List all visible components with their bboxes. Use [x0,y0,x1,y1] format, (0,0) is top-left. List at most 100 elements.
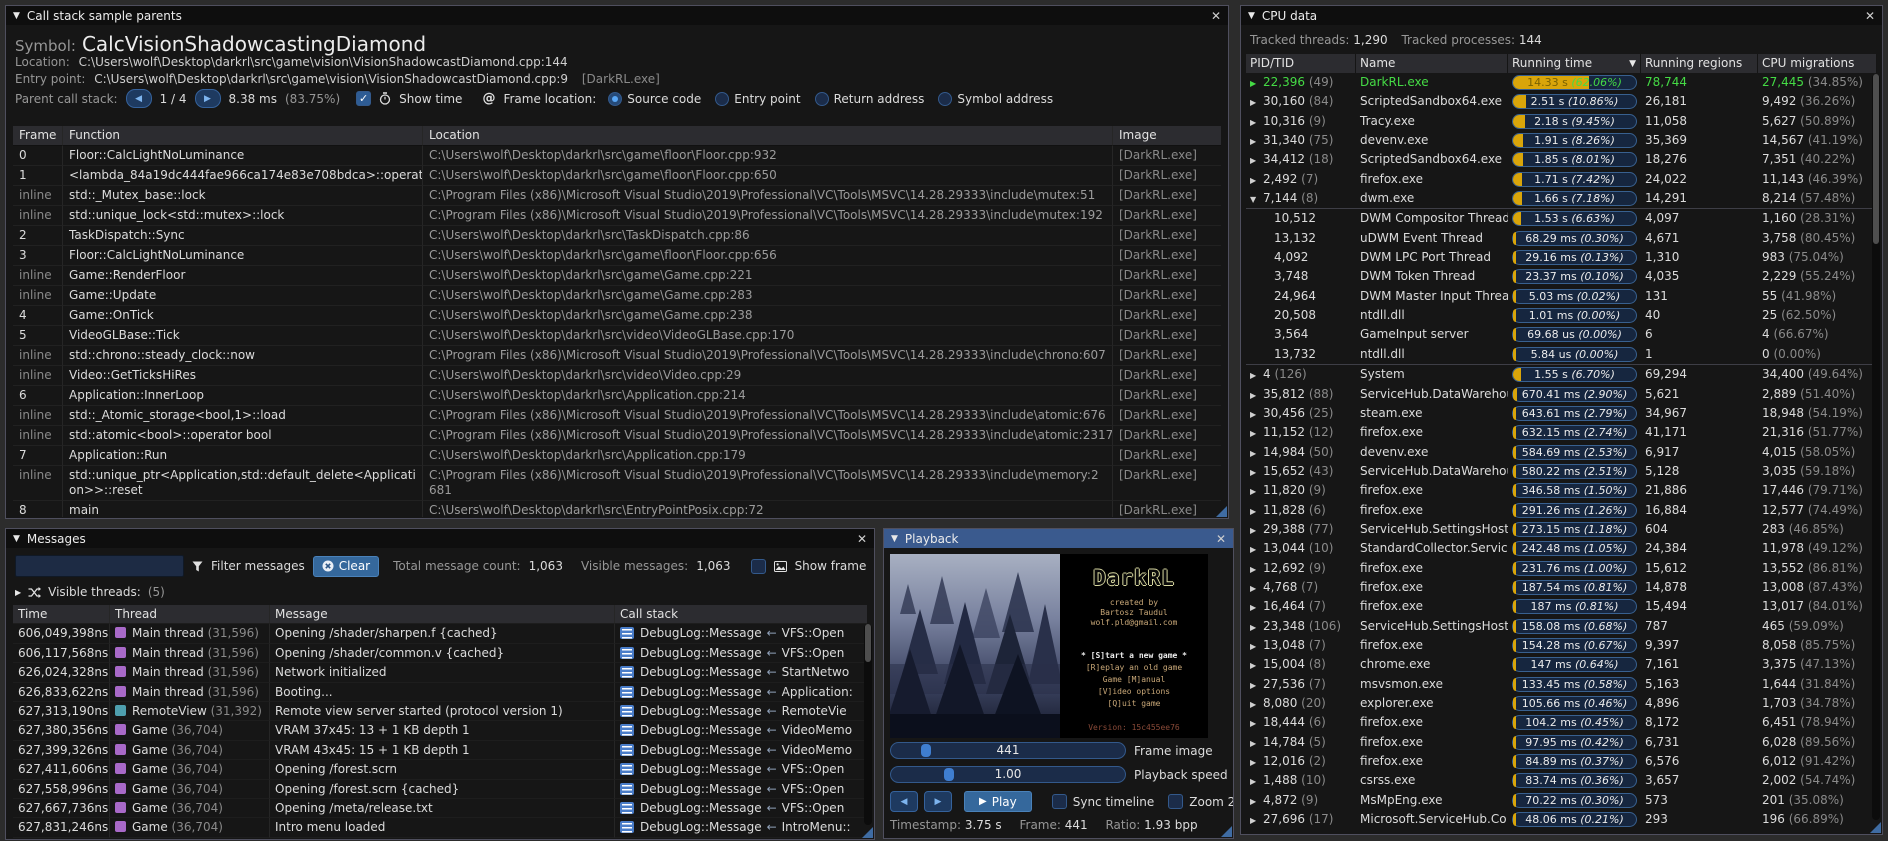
expander-icon[interactable]: ▼ [1250,192,1263,207]
expander-icon[interactable]: ▶ [1250,736,1263,751]
callstack-list-icon[interactable] [620,724,634,736]
expander-icon[interactable]: ▶ [1250,639,1263,654]
table-row[interactable]: inlinestd::atomic<bool>::operator boolC:… [13,426,1221,446]
message-row[interactable]: 606,049,398nsMain thread (31,596)Opening… [13,624,867,643]
expander-icon[interactable]: ▶ [1250,388,1263,403]
message-callstack[interactable]: DebugLog::Message←VFS::Open [615,780,867,799]
expander-icon[interactable]: ▶ [1250,446,1263,461]
message-row[interactable]: 627,380,356nsGame (36,704)VRAM 37x45: 13… [13,721,867,740]
process-row[interactable]: 3,748 DWM Token Thread23.37 ms (0.10%)4,… [1246,267,1877,286]
process-row[interactable]: ▶10,316 (9)Tracy.exe2.18 s (9.45%)11,058… [1246,112,1877,131]
resize-grip[interactable] [1216,506,1227,517]
expander-icon[interactable]: ▶ [1250,465,1263,480]
expander-icon[interactable]: ▶ [1250,716,1263,731]
process-row[interactable]: ▼7,144 (8)dwm.exe1.66 s (7.18%)14,2918,2… [1246,189,1877,208]
callstack-list-icon[interactable] [620,802,634,814]
message-callstack[interactable]: DebugLog::Message←VideoMemo [615,721,867,740]
callstack-list-icon[interactable] [620,647,634,659]
function-name[interactable]: Game::OnTick [63,306,423,326]
resize-grip[interactable] [1870,822,1881,833]
process-row[interactable]: ▶18,444 (6)firefox.exe104.2 ms (0.45%)8,… [1246,713,1877,732]
callstack-list-icon[interactable] [620,686,634,698]
collapse-icon[interactable]: ▼ [13,11,20,21]
process-row[interactable]: ▶15,004 (8)chrome.exe147 ms (0.64%)7,161… [1246,655,1877,674]
frame-location-radio-entry-point[interactable]: Entry point [715,92,800,106]
callstack-list-icon[interactable] [620,666,634,678]
column-header-name[interactable]: Name [1356,54,1508,73]
expander-icon[interactable]: ▶ [1250,426,1263,441]
process-row[interactable]: ▶8,080 (20)explorer.exe105.66 ms (0.46%)… [1246,694,1877,713]
message-row[interactable]: 606,117,568nsMain thread (31,596)Opening… [13,644,867,663]
process-row[interactable]: 3,564 GameInput server69.68 us (0.00%)64… [1246,325,1877,344]
function-name[interactable]: std::chrono::steady_clock::now [63,346,423,366]
message-callstack[interactable]: DebugLog::Message←RemoteVie [615,702,867,721]
table-row[interactable]: 0Floor::CalcLightNoLuminanceC:\Users\wol… [13,146,1221,166]
column-header-pid/tid[interactable]: PID/TID [1246,54,1356,73]
process-row[interactable]: ▶11,820 (9)firefox.exe346.58 ms (1.50%)2… [1246,481,1877,500]
close-icon[interactable]: ✕ [1216,532,1226,546]
playback-speed-slider[interactable]: 1.00 [890,766,1126,783]
table-row[interactable]: 2TaskDispatch::SyncC:\Users\wolf\Desktop… [13,226,1221,246]
process-row[interactable]: ▶4 (126)System1.55 s (6.70%)69,29434,400… [1246,364,1877,384]
entry-point-path[interactable]: C:\Users\wolf\Desktop\darkrl\src\game\vi… [94,72,568,86]
frame-image-slider[interactable]: 441 [890,742,1126,759]
process-row[interactable]: ▶13,044 (10)StandardCollector.Servic242.… [1246,539,1877,558]
expander-icon[interactable]: ▶ [1250,678,1263,693]
expander-icon[interactable]: ▶ [1250,755,1263,770]
function-name[interactable]: VideoGLBase::Tick [63,326,423,346]
callstack-list-icon[interactable] [620,763,634,775]
expand-icon[interactable]: ▶ [15,588,21,597]
process-row[interactable]: 10,512 DWM Compositor Thread1.53 s (6.63… [1246,208,1877,228]
message-callstack[interactable]: DebugLog::Message←Application: [615,683,867,702]
process-row[interactable]: 4,092 DWM LPC Port Thread29.16 ms (0.13%… [1246,248,1877,267]
table-row[interactable]: 7Application::RunC:\Users\wolf\Desktop\d… [13,446,1221,466]
callstack-list-icon[interactable] [620,821,634,833]
message-callstack[interactable]: DebugLog::Message←VFS::Open [615,799,867,818]
process-row[interactable]: ▶30,456 (25)steam.exe643.61 ms (2.79%)34… [1246,404,1877,423]
close-icon[interactable]: ✕ [1211,9,1221,23]
callstack-list-icon[interactable] [620,627,634,639]
step-forward-button[interactable]: ▶ [924,791,952,812]
table-row[interactable]: inlineGame::RenderFloorC:\Users\wolf\Des… [13,266,1221,286]
show-frame-checkbox[interactable] [751,559,766,574]
visible-threads-row[interactable]: ▶ Visible threads: (5) [15,585,165,599]
location-path[interactable]: C:\Users\wolf\Desktop\darkrl\src\game\vi… [79,55,568,69]
message-row[interactable]: 627,399,326nsGame (36,704)VRAM 43x45: 15… [13,741,867,760]
process-row[interactable]: ▶31,340 (75)devenv.exe1.91 s (8.26%)35,3… [1246,131,1877,150]
function-name[interactable]: Game::RenderFloor [63,266,423,286]
message-callstack[interactable]: DebugLog::Message←VideoMemo [615,741,867,760]
process-row[interactable]: ▶27,696 (17)Microsoft.ServiceHub.Co48.06… [1246,810,1877,829]
radio-icon[interactable] [715,92,729,106]
expander-icon[interactable]: ▶ [1250,813,1263,828]
column-header-running-time[interactable]: Running time▼ [1508,54,1641,73]
expander-icon[interactable]: ▶ [1250,134,1263,149]
callstack-list-icon[interactable] [620,705,634,717]
show-time-checkbox[interactable]: ✓ [356,91,371,106]
table-row[interactable]: inlineGame::UpdateC:\Users\wolf\Desktop\… [13,286,1221,306]
expander-icon[interactable]: ▶ [1250,581,1263,596]
message-callstack[interactable]: DebugLog::Message←IntroMenu:: [615,818,867,837]
process-row[interactable]: ▶22,396 (49)DarkRL.exe14.33 s (62.06%)78… [1246,73,1877,92]
function-name[interactable]: std::_Mutex_base::lock [63,186,423,206]
table-row[interactable]: 1<lambda_84a19dc444fae966ca174e83e708bdc… [13,166,1221,186]
function-name[interactable]: Floor::CalcLightNoLuminance [63,246,423,266]
process-row[interactable]: ▶11,152 (12)firefox.exe632.15 ms (2.74%)… [1246,423,1877,442]
sync-timeline-checkbox[interactable] [1052,794,1067,809]
function-name[interactable]: main [63,501,423,517]
message-row[interactable]: 627,411,606nsGame (36,704)Opening /fores… [13,760,867,779]
process-row[interactable]: ▶14,784 (5)firefox.exe97.95 ms (0.42%)6,… [1246,733,1877,752]
function-name[interactable]: std::unique_ptr<Application,std::default… [63,466,423,501]
message-callstack[interactable]: DebugLog::Message←VFS::Open [615,624,867,643]
table-row[interactable]: 8mainC:\Users\wolf\Desktop\darkrl\src\En… [13,501,1221,517]
expander-icon[interactable]: ▶ [1250,504,1263,519]
frame-location-radio-source-code[interactable]: Source code [608,92,701,106]
process-row[interactable]: 13,132 uDWM Event Thread68.29 ms (0.30%)… [1246,229,1877,248]
process-row[interactable]: ▶13,048 (7)firefox.exe154.28 ms (0.67%)9… [1246,636,1877,655]
expander-icon[interactable]: ▶ [1250,95,1263,110]
collapse-icon[interactable]: ▼ [1248,11,1255,21]
process-row[interactable]: ▶27,536 (7)msvsmon.exe133.45 ms (0.58%)5… [1246,675,1877,694]
close-icon[interactable]: ✕ [857,532,867,546]
expander-icon[interactable]: ▶ [1250,407,1263,422]
process-row[interactable]: ▶1,488 (10)csrss.exe83.74 ms (0.36%)3,65… [1246,771,1877,790]
clear-button[interactable]: Clear [313,556,379,577]
